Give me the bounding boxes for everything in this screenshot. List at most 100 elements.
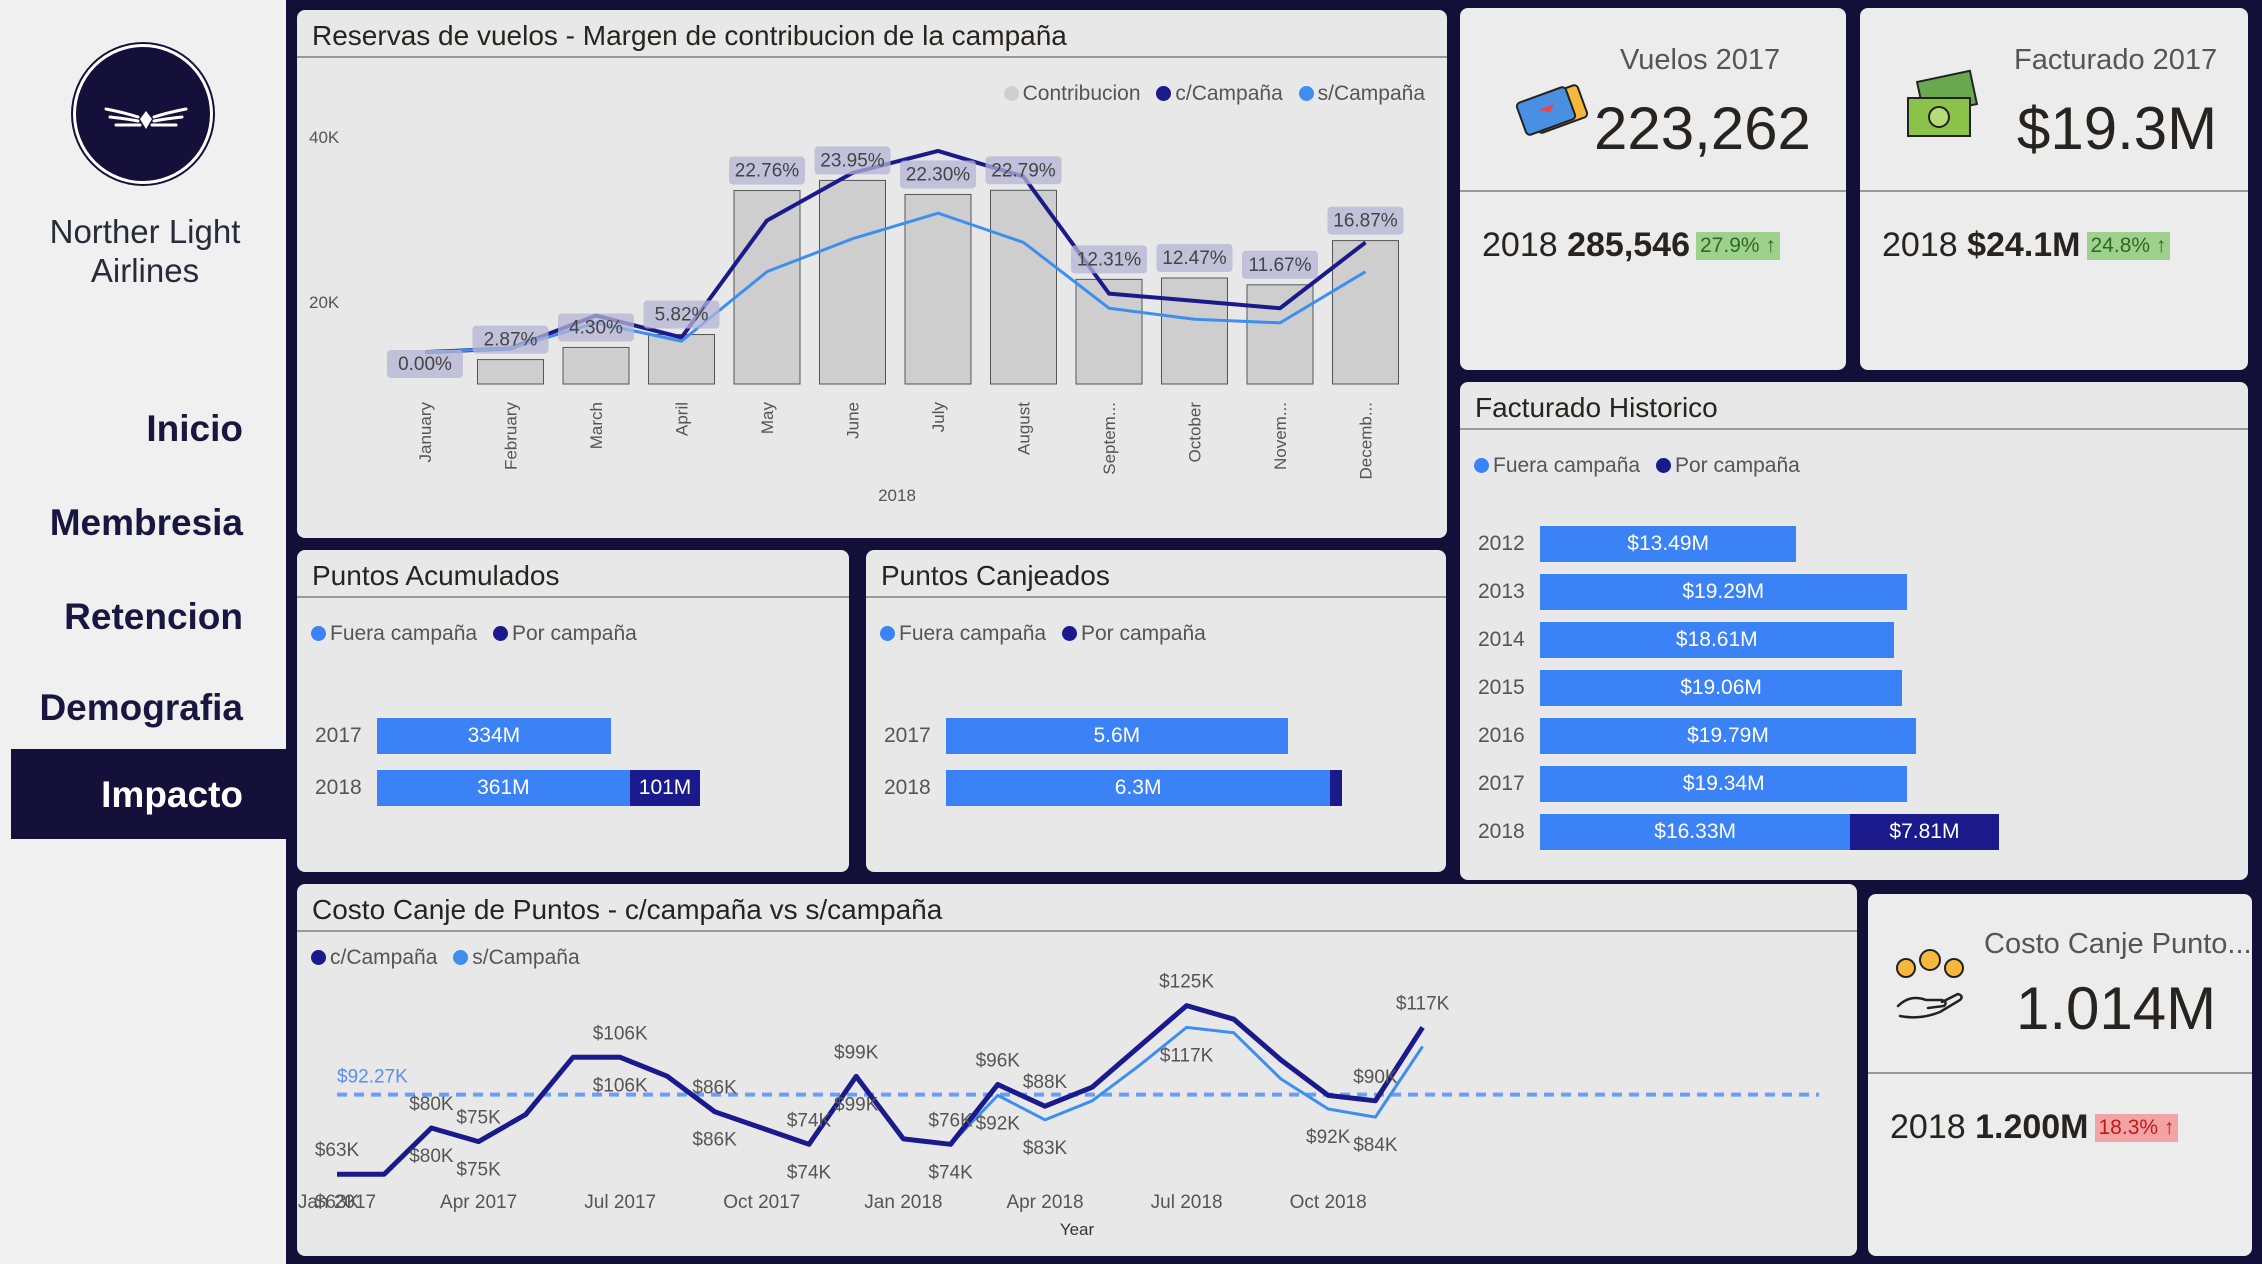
contribucion-bar[interactable] <box>477 359 544 385</box>
point-label: $92K <box>1306 1127 1351 1148</box>
facturado-2018-value: $24.1M <box>1967 226 2081 264</box>
legend-por[interactable]: Por campaña <box>1061 622 1206 645</box>
money-icon <box>1907 69 1979 137</box>
x-tick: Jul 2018 <box>1151 1192 1223 1213</box>
data-label: 4.30% <box>569 317 623 338</box>
fuera-bar[interactable]: 334M <box>377 718 611 754</box>
fuera-bar[interactable]: $19.79M <box>1540 718 1916 754</box>
x-tick: Apr 2017 <box>440 1192 517 1213</box>
data-label: 16.87% <box>1333 211 1398 232</box>
x-tick: April <box>673 402 692 436</box>
category-label: 2012 <box>1478 532 1525 555</box>
legend-fuera[interactable]: Fuera campaña <box>311 622 477 645</box>
x-tick: October <box>1186 402 1205 463</box>
x-tick: Decemb... <box>1357 402 1376 479</box>
category-label: 2017 <box>884 724 931 747</box>
arrow-up-icon: ↑ <box>2155 234 2167 257</box>
legend-por[interactable]: Por campaña <box>492 622 637 645</box>
costo-kpi-value: 1.014M <box>2016 975 2217 1042</box>
contribucion-bar[interactable] <box>562 346 630 385</box>
contribucion-bar[interactable] <box>1246 284 1314 385</box>
reward-hand-icon <box>1896 949 1964 1019</box>
vuelos-delta-badge: 27.9% ↑ <box>1696 232 1780 260</box>
nav-retencion[interactable]: Retencion <box>64 596 243 638</box>
nav-impacto[interactable]: Impacto <box>11 749 286 839</box>
nav-demografia[interactable]: Demografia <box>39 687 243 729</box>
data-label: 5.82% <box>655 305 709 326</box>
category-label: 2018 <box>315 776 362 799</box>
average-label: $92.27K <box>337 1067 408 1088</box>
point-label: $84K <box>1353 1135 1398 1156</box>
point-label: $76K <box>928 1110 973 1131</box>
fuera-bar[interactable]: $19.06M <box>1540 670 1903 706</box>
costo-delta-badge: 18.3% ↑ <box>2094 1114 2179 1142</box>
point-label: $106K <box>593 1075 648 1096</box>
contribucion-bar[interactable] <box>1161 277 1228 385</box>
fuera-bar[interactable]: 6.3M <box>946 770 1331 806</box>
x-tick: Jan 2017 <box>298 1192 376 1213</box>
x-tick: Jul 2017 <box>584 1192 656 1213</box>
contribucion-bar[interactable] <box>819 179 886 385</box>
fuera-bar[interactable]: $13.49M <box>1540 526 1797 562</box>
category-label: 2018 <box>1478 820 1525 843</box>
x-tick: Septem... <box>1100 402 1119 475</box>
acumulados-legend: Fuera campaña Por campaña <box>311 622 647 646</box>
por-bar[interactable]: $7.81M <box>1850 814 1999 850</box>
brand-line-2: Airlines <box>90 252 200 289</box>
fuera-bar[interactable]: 361M <box>377 770 630 806</box>
acumulados-card: Puntos Acumulados Fuera campaña Por camp… <box>297 550 849 872</box>
por-bar[interactable]: 101M <box>629 770 701 806</box>
fuera-bar[interactable]: $19.29M <box>1540 574 1907 610</box>
historico-legend: Fuera campaña Por campaña <box>1474 454 1810 478</box>
s-campana-line[interactable] <box>337 1025 1424 1176</box>
fuera-bar[interactable]: $19.34M <box>1540 766 1908 802</box>
brand-line-1: Norther Light <box>49 213 241 250</box>
costo-kpi-2018: 2018 1.200M 18.3% ↑ <box>1890 1108 2179 1147</box>
data-label: 11.67% <box>1248 255 1311 276</box>
point-label: $96K <box>976 1050 1021 1071</box>
nav-inicio[interactable]: Inicio <box>146 408 243 450</box>
legend-por[interactable]: Por campaña <box>1655 454 1800 477</box>
costo-chart[interactable]: $92.27K$63K$63K$80K$80K$75K$75K$106K$106… <box>297 884 1857 1256</box>
legend-fuera[interactable]: Fuera campaña <box>880 622 1046 645</box>
x-tick: February <box>502 402 521 471</box>
c-campana-line[interactable] <box>337 1003 1425 1177</box>
acumulados-title: Puntos Acumulados <box>312 560 560 591</box>
point-label: $83K <box>1023 1138 1068 1159</box>
canjeados-card: Puntos Canjeados Fuera campaña Por campa… <box>866 550 1446 872</box>
legend-fuera[interactable]: Fuera campaña <box>1474 454 1640 477</box>
fuera-bar[interactable]: $16.33M <box>1540 814 1851 850</box>
vuelos-2018-value: 285,546 <box>1567 226 1690 264</box>
reservas-chart[interactable]: 40K 20K 0.00% 2.87% 4.30% 5.82% 22.76% 23.95% 22… <box>297 10 1447 538</box>
point-label: $74K <box>928 1162 973 1183</box>
por-bar[interactable] <box>1330 770 1343 806</box>
arrow-up-icon: ↑ <box>1765 234 1776 257</box>
nav-membresia[interactable]: Membresia <box>50 502 243 544</box>
point-label: $86K <box>692 1078 737 1099</box>
facturado-card: Facturado 2017 $19.3M 2018 $24.1M 24.8% ↑ <box>1860 8 2248 370</box>
category-label: 2016 <box>1478 724 1525 747</box>
arrow-up-icon: ↑ <box>2163 1116 2175 1139</box>
ticket-icon <box>1516 84 1588 136</box>
sidebar: Norther Light Airlines Inicio Membresia … <box>0 0 286 1264</box>
vuelos-value: 223,262 <box>1594 95 1811 162</box>
airline-logo <box>73 44 213 184</box>
vuelos-label: Vuelos 2017 <box>1620 44 1781 76</box>
costo-kpi-label: Costo Canje Punto... <box>1984 928 2252 960</box>
fuera-bar[interactable]: $18.61M <box>1540 622 1894 658</box>
x-tick: July <box>929 402 948 433</box>
contribucion-bar[interactable] <box>990 189 1057 385</box>
point-label: $75K <box>456 1108 501 1129</box>
fuera-bar[interactable]: 5.6M <box>946 718 1288 754</box>
point-label: $80K <box>409 1146 454 1167</box>
point-label: $90K <box>1353 1067 1398 1088</box>
contribucion-bar[interactable] <box>904 193 972 385</box>
data-label: 0.00% <box>398 354 452 375</box>
x-tick: Oct 2017 <box>723 1192 800 1213</box>
y-tick: 40K <box>309 128 340 147</box>
category-label: 2017 <box>1478 772 1525 795</box>
data-label: 2.87% <box>484 330 538 351</box>
data-label: 23.95% <box>820 150 885 171</box>
category-label: 2018 <box>884 776 931 799</box>
costo-kpi-2018-value: 1.200M <box>1975 1108 2089 1146</box>
